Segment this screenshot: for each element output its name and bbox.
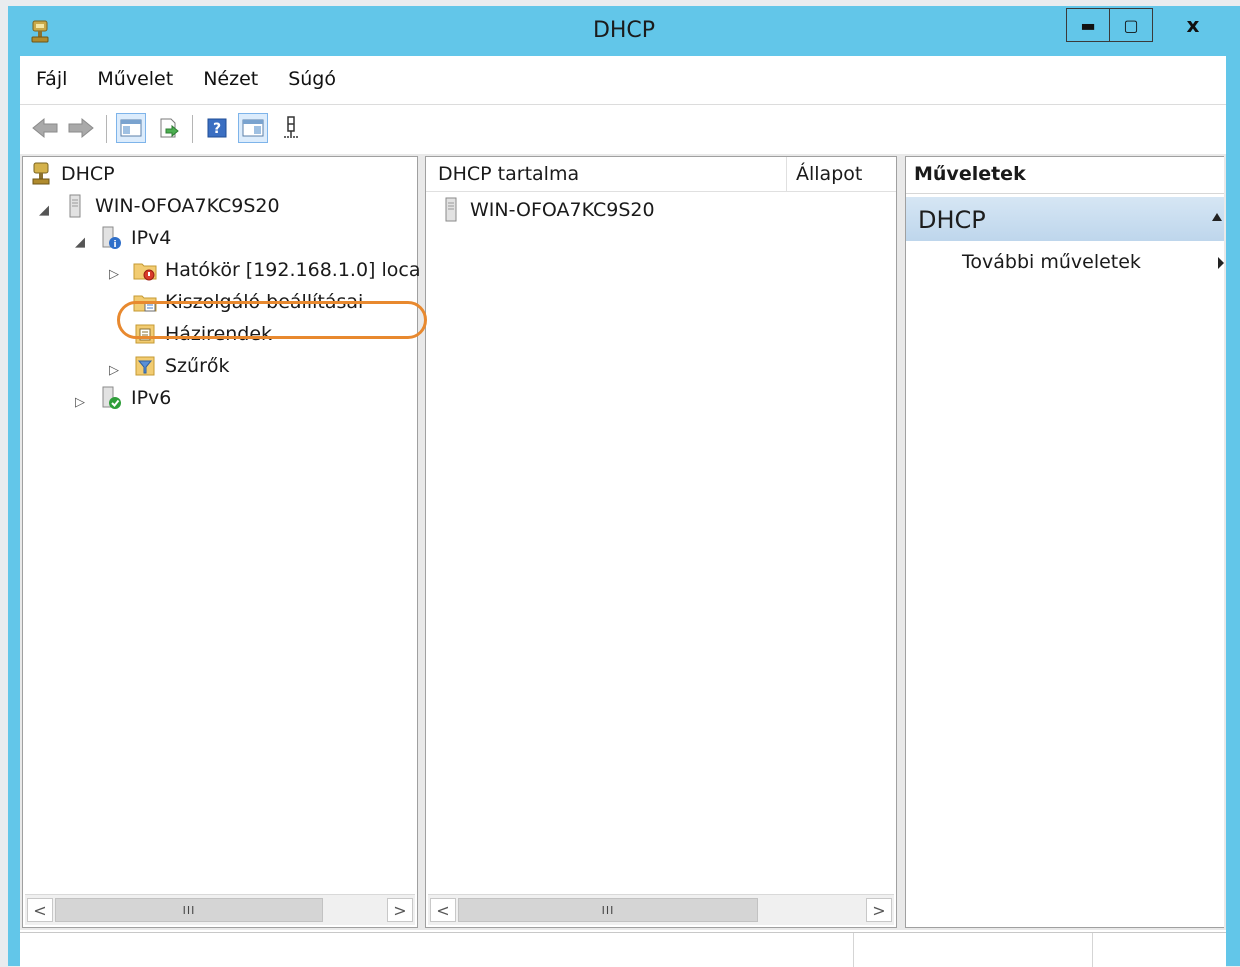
submenu-arrow-icon[interactable] xyxy=(1218,257,1224,269)
show-hide-console-tree-icon[interactable] xyxy=(116,113,146,143)
toolbar-separator xyxy=(106,115,107,143)
server-status-icon[interactable] xyxy=(276,113,306,143)
tree-item-dhcp-root[interactable]: DHCP xyxy=(29,159,115,189)
svg-text:i: i xyxy=(113,240,116,250)
help-icon[interactable]: ? xyxy=(202,113,232,143)
ipv4-info-icon: i xyxy=(102,226,121,250)
list-item[interactable]: WIN-OFOA7KC9S20 xyxy=(440,197,655,223)
expand-arrow-icon[interactable]: ▷ xyxy=(75,395,85,410)
tree-item-server-options[interactable]: Kiszolgáló beállításai xyxy=(133,287,363,317)
actions-title: Műveletek xyxy=(914,163,1026,185)
actions-section-label: DHCP xyxy=(918,206,986,234)
collapse-arrow-icon[interactable]: ◢ xyxy=(75,235,85,250)
scope-folder-icon xyxy=(133,263,157,281)
dhcp-window: DHCP ▬ ▢ x Fájl Művelet Nézet Súgó ? DHC… xyxy=(8,6,1240,967)
menu-help[interactable]: Súgó xyxy=(273,68,351,90)
list-item-name: WIN-OFOA7KC9S20 xyxy=(470,199,655,221)
filters-icon xyxy=(135,356,155,376)
maximize-button[interactable]: ▢ xyxy=(1109,8,1153,42)
scroll-right-button[interactable]: > xyxy=(387,898,413,922)
svg-text:?: ? xyxy=(213,121,221,137)
expand-arrow-icon[interactable]: ▷ xyxy=(109,363,119,378)
column-separator[interactable] xyxy=(786,157,787,191)
mmc-client-area: Fájl Művelet Nézet Súgó ? DHCP ◢ WIN-OFO… xyxy=(20,56,1226,967)
tree-horizontal-scrollbar[interactable]: < III > xyxy=(25,894,415,925)
actions-pane: Műveletek DHCP További műveletek xyxy=(905,156,1224,928)
list-horizontal-scrollbar[interactable]: < III > xyxy=(428,894,894,925)
tree-item-policies[interactable]: Házirendek xyxy=(133,319,272,349)
tree-label: DHCP xyxy=(61,163,115,185)
tree-item-ipv6[interactable]: IPv6 xyxy=(99,383,171,413)
tree-item-filters[interactable]: Szűrők xyxy=(133,351,230,381)
expand-arrow-icon[interactable]: ▷ xyxy=(109,267,119,282)
tree-label: IPv6 xyxy=(131,387,172,409)
tree-label: Szűrők xyxy=(165,355,230,377)
tree-item-scope[interactable]: Hatókör [192.168.1.0] loca xyxy=(133,255,421,285)
status-separator xyxy=(853,933,854,967)
menu-bar: Fájl Művelet Nézet Súgó xyxy=(20,56,1226,102)
forward-icon[interactable] xyxy=(66,113,96,143)
tree-label: Hatókör [192.168.1.0] loca xyxy=(165,259,421,281)
tree-item-ipv4[interactable]: i IPv4 xyxy=(99,223,171,253)
scroll-left-button[interactable]: < xyxy=(430,898,456,922)
show-hide-action-pane-icon[interactable] xyxy=(238,113,268,143)
collapse-caret-icon[interactable] xyxy=(1212,213,1222,221)
actions-section-dhcp[interactable]: DHCP xyxy=(906,197,1224,241)
pane-area: DHCP ◢ WIN-OFOA7KC9S20 ◢ i IPv4 ▷ Hatókö… xyxy=(20,154,1226,930)
menu-action[interactable]: Művelet xyxy=(82,68,188,90)
scroll-left-button[interactable]: < xyxy=(27,898,53,922)
server-options-icon xyxy=(133,295,157,312)
divider xyxy=(906,193,1224,194)
menu-view[interactable]: Nézet xyxy=(188,68,273,90)
column-header-status[interactable]: Állapot xyxy=(796,163,862,185)
server-icon xyxy=(445,197,457,222)
export-list-icon[interactable] xyxy=(154,113,184,143)
server-icon xyxy=(69,194,81,218)
dhcp-trophy-icon xyxy=(32,162,50,185)
status-separator xyxy=(1092,933,1093,967)
back-icon[interactable] xyxy=(30,113,60,143)
ipv6-check-icon xyxy=(102,386,121,409)
scroll-thumb[interactable]: III xyxy=(458,898,758,922)
title-bar[interactable]: DHCP ▬ ▢ x xyxy=(8,6,1240,56)
menu-file[interactable]: Fájl xyxy=(20,68,82,90)
tree-label: IPv4 xyxy=(131,227,172,249)
column-header-contents[interactable]: DHCP tartalma xyxy=(438,163,579,185)
close-button[interactable]: x xyxy=(1163,8,1223,42)
tree-item-server[interactable]: WIN-OFOA7KC9S20 xyxy=(63,191,280,221)
more-actions-link[interactable]: További műveletek xyxy=(962,251,1141,273)
console-tree-pane[interactable]: DHCP ◢ WIN-OFOA7KC9S20 ◢ i IPv4 ▷ Hatókö… xyxy=(22,156,421,928)
status-bar xyxy=(20,932,1226,967)
tree-label: Kiszolgáló beállításai xyxy=(165,291,364,313)
scroll-thumb[interactable]: III xyxy=(55,898,323,922)
window-title: DHCP xyxy=(592,18,656,43)
tree-label: Házirendek xyxy=(165,323,273,345)
collapse-arrow-icon[interactable]: ◢ xyxy=(39,203,49,218)
policies-icon xyxy=(135,324,155,344)
tree-label: WIN-OFOA7KC9S20 xyxy=(95,195,280,217)
scroll-right-button[interactable]: > xyxy=(866,898,892,922)
toolbar-separator xyxy=(192,115,193,143)
result-list-pane[interactable]: DHCP tartalma Állapot WIN-OFOA7KC9S20 < … xyxy=(425,156,897,928)
list-header: DHCP tartalma Állapot xyxy=(426,157,896,192)
toolbar: ? xyxy=(20,104,1226,151)
minimize-button[interactable]: ▬ xyxy=(1066,8,1110,42)
